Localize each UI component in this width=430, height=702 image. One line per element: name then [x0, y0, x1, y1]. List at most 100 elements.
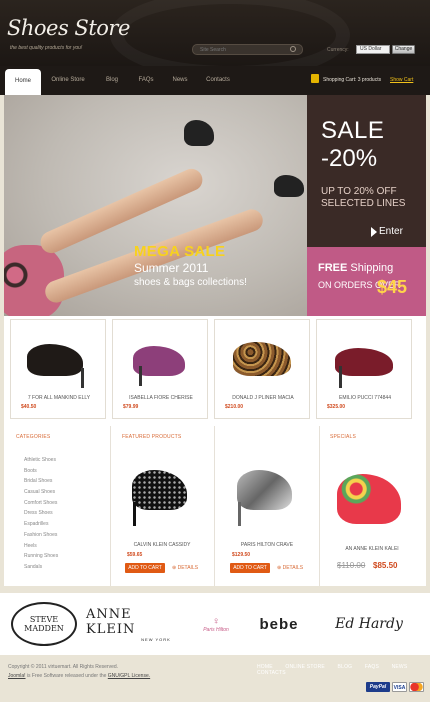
search-input[interactable] [192, 44, 303, 55]
brand-strip: STEVE MADDEN ANNE KLEIN NEW YORK ♀ Paris… [0, 593, 430, 655]
ed-hardy-logo[interactable]: Ed Hardy [326, 593, 412, 655]
product-price: $210.00 [225, 404, 244, 410]
add-to-cart-button[interactable]: ADD TO CART [230, 563, 270, 573]
currency-select[interactable]: US Dollar [356, 45, 390, 54]
category-item[interactable]: Espadrilles [24, 519, 58, 530]
category-item[interactable]: Athletic Shoes [24, 455, 58, 466]
paypal-icon: PayPal [366, 682, 390, 692]
add-to-cart-button[interactable]: ADD TO CART [125, 563, 165, 573]
special-product-card[interactable]: AN ANNE KLEIN KALEI $110.00 $85.50 [327, 456, 417, 576]
bebe-logo[interactable]: bebe [254, 593, 304, 655]
anne-klein-logo[interactable]: ANNE KLEIN NEW YORK [86, 593, 186, 655]
shipping-label: Shipping [350, 262, 394, 274]
product-card[interactable]: EMILIO PUCCI 774844 $325.00 [316, 319, 412, 419]
product-name[interactable]: AN ANNE KLEIN KALEI [327, 546, 417, 552]
category-item[interactable]: Bridal Shoes [24, 476, 58, 487]
product-image[interactable] [325, 326, 405, 388]
mastercard-icon: MC [409, 682, 424, 692]
product-image[interactable] [19, 326, 99, 388]
details-link[interactable]: ⊕ DETAILS [172, 565, 198, 571]
featured-product-card[interactable]: CALVIN KLEIN CASSIDY $59.65 ADD TO CART … [117, 456, 207, 573]
category-item[interactable]: Fashion Shoes [24, 530, 58, 541]
enter-link[interactable]: Enter [379, 226, 403, 237]
footer-nav: HOME ONLINE STORE BLOG FAQS NEWS CONTACT… [257, 664, 430, 676]
category-item[interactable]: Sandals [24, 562, 58, 573]
gnu-license-link[interactable]: GNU/GPL License. [108, 673, 150, 679]
product-price: $79.99 [123, 404, 139, 410]
shoe-shape [335, 348, 393, 376]
hero-banner[interactable]: MEGA SALE Summer 2011 shoes & bags colle… [4, 95, 307, 316]
category-item[interactable]: Heels [24, 541, 58, 552]
product-price: $59.65 [127, 552, 143, 558]
product-name[interactable]: 7 FOR ALL MANKIND ELLY [11, 395, 107, 401]
shopping-bag-icon [311, 74, 319, 83]
free-shipping-amount: $45 [377, 277, 408, 297]
product-image[interactable] [121, 326, 201, 388]
summer-title: Summer 2011 [134, 261, 209, 275]
main-nav: Home Online Store Blog FAQs News Contact… [0, 66, 430, 95]
tab-blog[interactable]: Blog [98, 66, 126, 95]
footer-link-news[interactable]: NEWS [392, 664, 408, 670]
header: Shoes Store the best quality products fo… [0, 0, 430, 66]
product-card[interactable]: 7 FOR ALL MANKIND ELLY $40.50 [10, 319, 106, 419]
store-logo[interactable]: Shoes Store [7, 16, 130, 40]
sale-title: SALE [321, 117, 385, 144]
product-name[interactable]: PARIS HILTON CRAVE [222, 542, 312, 548]
copyright: Copyright © 2011 virtuemart. All Rights … [8, 664, 151, 679]
show-cart-link[interactable]: Show Cart [390, 77, 413, 83]
heel-shape [133, 502, 136, 526]
specials-heading: SPECIALS [330, 434, 357, 440]
footer-link-contacts[interactable]: CONTACTS [257, 670, 286, 676]
old-price: $110.00 [337, 561, 366, 570]
tab-online-store[interactable]: Online Store [46, 66, 90, 95]
hero-shoe-image [274, 175, 304, 197]
tab-faqs[interactable]: FAQs [132, 66, 160, 95]
heel-shape [139, 366, 142, 386]
paris-hilton-logo[interactable]: ♀ Paris Hilton [188, 593, 244, 655]
search-icon[interactable] [290, 46, 296, 52]
category-item[interactable]: Running Shoes [24, 551, 58, 562]
product-card[interactable]: DONALD J PLINER MACIA $210.00 [214, 319, 310, 419]
product-card[interactable]: ISABELLA FIORE CHERISE $79.99 [112, 319, 208, 419]
product-image[interactable] [237, 470, 292, 510]
visa-icon: VISA [392, 682, 407, 692]
category-item[interactable]: Casual Shoes [24, 487, 58, 498]
category-item[interactable]: Comfort Shoes [24, 498, 58, 509]
change-currency-button[interactable]: Change [392, 45, 415, 54]
tab-news[interactable]: News [166, 66, 194, 95]
steve-madden-logo[interactable]: STEVE MADDEN [8, 593, 80, 655]
details-link[interactable]: ⊕ DETAILS [277, 565, 303, 571]
product-image[interactable] [223, 326, 303, 388]
joomla-link[interactable]: Joomla! [8, 673, 26, 679]
heel-shape [238, 502, 241, 526]
heel-shape [81, 368, 84, 388]
footer-link-faqs[interactable]: FAQS [365, 664, 379, 670]
product-name[interactable]: ISABELLA FIORE CHERISE [113, 395, 209, 401]
tab-contacts[interactable]: Contacts [200, 66, 236, 95]
product-name[interactable]: EMILIO PUCCI 774844 [317, 395, 413, 401]
shoe-shape [27, 344, 83, 376]
product-price: $40.50 [21, 404, 37, 410]
product-image[interactable] [337, 474, 401, 524]
product-name[interactable]: CALVIN KLEIN CASSIDY [117, 542, 207, 548]
tagline: the best quality products for you! [10, 45, 83, 51]
main-content: MEGA SALE Summer 2011 shoes & bags colle… [4, 95, 426, 586]
currency-label: Currency: [327, 47, 349, 53]
shoe-shape [233, 342, 291, 376]
sale-description: UP TO 20% OFF SELECTED LINES [321, 186, 406, 209]
category-item[interactable]: Dress Shoes [24, 508, 58, 519]
free-shipping-banner[interactable]: FREE Shipping ON ORDERS OVER $45 [307, 247, 426, 316]
paris-hilton-mark: ♀ [212, 615, 220, 627]
product-name[interactable]: DONALD J PLINER MACIA [215, 395, 311, 401]
featured-heading: FEATURED PRODUCTS [122, 434, 182, 440]
featured-product-card[interactable]: PARIS HILTON CRAVE $129.50 ADD TO CART ⊕… [222, 456, 312, 573]
footer-link-online-store[interactable]: ONLINE STORE [285, 664, 325, 670]
footer-link-blog[interactable]: BLOG [338, 664, 353, 670]
category-item[interactable]: Boots [24, 466, 58, 477]
tab-home[interactable]: Home [5, 69, 41, 95]
heel-shape [339, 366, 342, 388]
product-image[interactable] [132, 470, 187, 510]
column-divider [319, 426, 320, 586]
sale-banner[interactable]: SALE -20% UP TO 20% OFF SELECTED LINES E… [307, 95, 426, 247]
column-divider [110, 426, 111, 586]
